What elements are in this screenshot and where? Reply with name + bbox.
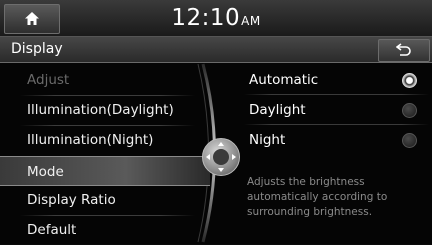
clock-ampm: AM [241, 14, 261, 28]
radio-button[interactable] [402, 103, 417, 118]
status-bar: 12:10AM [0, 0, 432, 37]
option-automatic[interactable]: Automatic [240, 65, 430, 95]
radio-button[interactable] [402, 133, 417, 148]
menu-item-default[interactable]: Default [0, 215, 210, 245]
radio-button-checked[interactable] [402, 73, 417, 88]
mode-description: Adjusts the brightness automatically acc… [247, 176, 388, 218]
page-title: Display [11, 41, 63, 57]
menu-item-label: Adjust [27, 72, 70, 88]
menu-item-label: Illumination(Night) [27, 132, 154, 148]
screen: 12:10AM Display Adjust Illumination(Dayl… [0, 0, 432, 244]
clock: 12:10AM [0, 0, 432, 36]
menu-item-adjust[interactable]: Adjust [0, 65, 210, 95]
menu-item-label: Mode [27, 164, 64, 180]
option-label: Daylight [249, 102, 306, 118]
menu-item-illumination-night[interactable]: Illumination(Night) [0, 125, 210, 155]
back-button[interactable] [378, 39, 430, 62]
back-arrow-icon [396, 43, 411, 56]
menu-item-illumination-daylight[interactable]: Illumination(Daylight) [0, 95, 210, 125]
title-bar: Display [0, 37, 432, 63]
option-daylight[interactable]: Daylight [240, 95, 430, 125]
menu-item-label: Illumination(Daylight) [27, 102, 174, 118]
knob-arrows [206, 142, 236, 172]
option-night[interactable]: Night [240, 125, 430, 155]
option-label: Night [249, 132, 286, 148]
settings-menu: Adjust Illumination(Daylight) Illuminati… [0, 63, 210, 244]
option-label: Automatic [249, 72, 319, 88]
clock-time: 12:10 [171, 5, 241, 31]
menu-item-mode[interactable]: Mode [0, 156, 210, 186]
menu-item-label: Display Ratio [27, 192, 116, 208]
menu-item-display-ratio[interactable]: Display Ratio [0, 185, 210, 215]
directional-knob-icon[interactable] [202, 138, 240, 176]
menu-item-label: Default [27, 222, 77, 238]
